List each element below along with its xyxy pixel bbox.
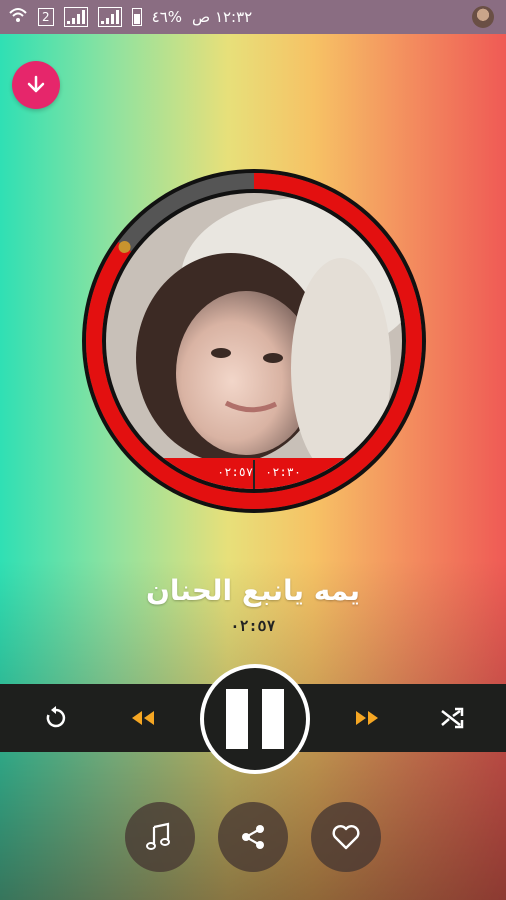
download-arrow-icon: [27, 75, 45, 93]
status-left-group: ١٢:٣٢ ص %٤٦ 2: [8, 5, 252, 29]
pause-icon-bar: [262, 689, 284, 749]
fast-forward-button[interactable]: [340, 684, 396, 752]
sim-slot-badge: 2: [38, 8, 54, 26]
playlist-button[interactable]: [125, 802, 195, 872]
signal-2-icon: [63, 7, 88, 27]
song-duration: ٠٢:٥٧: [230, 617, 276, 635]
repeat-icon: [46, 706, 66, 728]
favorite-button[interactable]: [311, 802, 381, 872]
download-button[interactable]: [12, 61, 60, 109]
shuffle-icon: [441, 707, 464, 729]
signal-icon: [97, 7, 122, 27]
song-title: يمه يانبع الحنان: [146, 574, 360, 607]
heart-icon: [332, 825, 360, 850]
shuffle-button[interactable]: [424, 684, 480, 752]
pause-button[interactable]: [200, 664, 310, 774]
status-bar: ١٢:٣٢ ص %٤٦ 2: [0, 0, 506, 34]
status-time: ١٢:٣٢ ص: [192, 8, 253, 26]
total-time-label: ٠٢:٥٧: [217, 465, 254, 479]
elapsed-time-label: ٠٢:٣٠: [265, 465, 302, 479]
wifi-icon: [8, 5, 28, 29]
album-art-progress[interactable]: ٠٢:٥٧ ٠٢:٣٠: [81, 168, 427, 514]
battery-icon: [131, 8, 142, 26]
battery-percent: %٤٦: [151, 8, 183, 26]
repeat-button[interactable]: [28, 684, 84, 752]
share-icon: [242, 825, 264, 849]
share-button[interactable]: [218, 802, 288, 872]
fast-forward-icon: [356, 711, 378, 725]
progress-knob[interactable]: [118, 240, 131, 253]
rewind-button[interactable]: [114, 684, 170, 752]
notification-avatar-icon: [472, 6, 494, 28]
music-note-icon: [146, 822, 170, 850]
rewind-icon: [132, 711, 154, 725]
pause-icon: [226, 689, 248, 749]
